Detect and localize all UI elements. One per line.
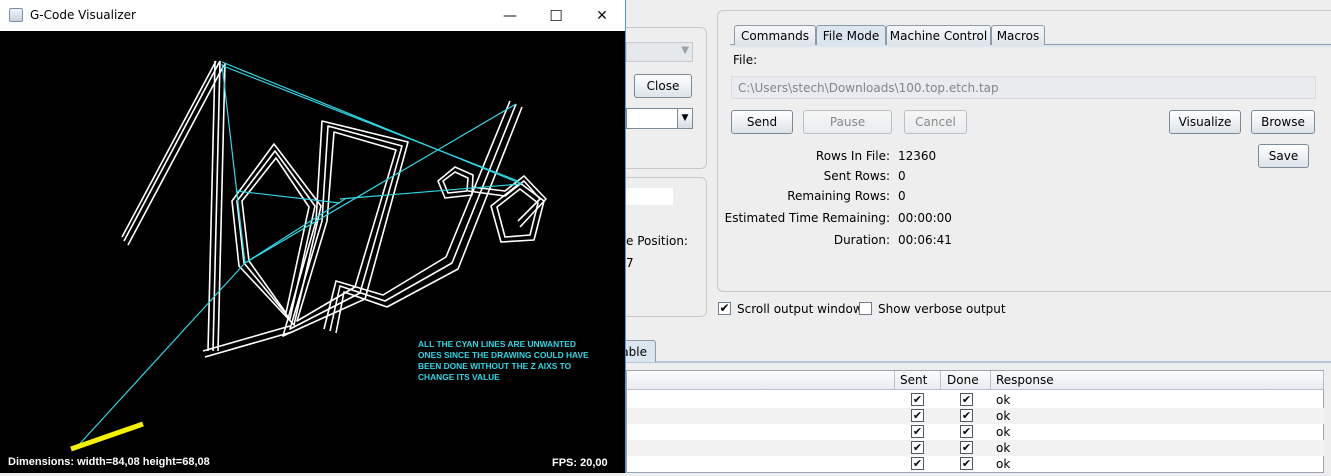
- visualizer-titlebar[interactable]: G-Code Visualizer — ☐ ✕: [0, 0, 625, 31]
- scroll-output-checkbox[interactable]: ✔: [718, 302, 731, 315]
- send-button[interactable]: Send: [731, 110, 793, 134]
- response-cell: ok: [996, 457, 1011, 471]
- gcode-canvas[interactable]: ALL THE CYAN LINES ARE UNWANTED ONES SIN…: [0, 31, 625, 473]
- done-checkbox: ✔: [960, 409, 973, 422]
- remaining-rows-label: Remaining Rows:: [787, 189, 890, 203]
- bottom-tab-line: [626, 361, 1331, 363]
- tool-position-marker: [70, 421, 144, 452]
- tab-commands[interactable]: Commands: [734, 25, 816, 45]
- sent-checkbox: ✔: [911, 457, 924, 470]
- duration-value: 00:06:41: [898, 233, 952, 247]
- remaining-rows-value: 0: [898, 189, 906, 203]
- sent-checkbox: ✔: [911, 393, 924, 406]
- table-row[interactable]: ✔ ✔ ok: [627, 456, 1324, 472]
- tab-file-mode[interactable]: File Mode: [816, 25, 886, 45]
- file-path-text: C:\Users\stech\Downloads\100.top.etch.ta…: [738, 81, 999, 95]
- tab-machine-control[interactable]: Machine Control: [886, 25, 991, 45]
- save-button[interactable]: Save: [1258, 144, 1309, 168]
- file-label: File:: [733, 53, 758, 67]
- fps-readout: FPS: 20,00: [552, 457, 608, 469]
- done-checkbox: ✔: [960, 457, 973, 470]
- response-cell: ok: [996, 441, 1011, 455]
- close-button[interactable]: Close: [634, 74, 692, 98]
- sent-checkbox: ✔: [911, 409, 924, 422]
- minimize-icon[interactable]: —: [487, 0, 533, 31]
- response-cell: ok: [996, 425, 1011, 439]
- annotation-note: ALL THE CYAN LINES ARE UNWANTED ONES SIN…: [418, 339, 589, 382]
- trace-stroke-1: [121, 60, 293, 358]
- done-checkbox: ✔: [960, 441, 973, 454]
- sent-checkbox: ✔: [911, 425, 924, 438]
- close-icon[interactable]: ✕: [579, 0, 625, 31]
- maximize-icon[interactable]: ☐: [533, 0, 579, 31]
- verbose-output-checkbox[interactable]: [859, 302, 872, 315]
- scroll-output-label[interactable]: Scroll output window: [737, 302, 863, 316]
- table-row[interactable]: ✔ ✔ ok: [627, 440, 1324, 456]
- trace-pentagon-2: [490, 182, 545, 243]
- sent-rows-label: Sent Rows:: [823, 169, 890, 183]
- java-app-icon: [9, 8, 23, 22]
- table-row[interactable]: ✔ ✔ ok: [627, 408, 1324, 424]
- response-cell: ok: [996, 409, 1011, 423]
- file-mode-panel: [717, 10, 1331, 292]
- trace-polygon-1: [231, 143, 322, 326]
- chevron-down-icon: ▼: [681, 45, 689, 56]
- chevron-down-icon: ▼: [677, 109, 692, 128]
- trace-stroke-2: [323, 100, 523, 334]
- command-table[interactable]: Sent Done Response ✔ ✔ ok ✔ ✔ ok ✔ ✔ ok …: [626, 370, 1324, 473]
- visualizer-title: G-Code Visualizer: [30, 8, 136, 22]
- tab-macros[interactable]: Macros: [991, 25, 1045, 45]
- position-value: 7: [626, 256, 634, 270]
- header-done[interactable]: Done: [941, 371, 991, 390]
- header-command[interactable]: [627, 371, 895, 390]
- verbose-output-label[interactable]: Show verbose output: [878, 302, 1006, 316]
- toolpath-cuts: [121, 60, 547, 358]
- checkmark-icon: ✔: [719, 301, 730, 315]
- position-label: e Position:: [626, 234, 688, 248]
- estimated-time-label: Estimated Time Remaining:: [724, 211, 890, 225]
- trace-polygon-2: [282, 120, 409, 337]
- port-combobox[interactable]: ▼: [626, 42, 693, 62]
- rows-in-file-label: Rows In File:: [815, 149, 890, 163]
- dimensions-readout: Dimensions: width=84,08 height=68,08: [8, 456, 210, 468]
- response-cell: ok: [996, 393, 1011, 407]
- toolpath-drawing: [70, 60, 547, 452]
- done-checkbox: ✔: [960, 425, 973, 438]
- header-sent[interactable]: Sent: [895, 371, 941, 390]
- table-row[interactable]: ✔ ✔ ok: [627, 424, 1324, 440]
- done-checkbox: ✔: [960, 393, 973, 406]
- baud-combobox[interactable]: ▼: [626, 108, 693, 129]
- table-row[interactable]: ✔ ✔ ok: [627, 392, 1324, 408]
- pause-button[interactable]: Pause: [803, 110, 892, 134]
- visualizer-window: G-Code Visualizer — ☐ ✕ ALL THE CYAN LIN…: [0, 0, 626, 473]
- sent-rows-value: 0: [898, 169, 906, 183]
- sent-checkbox: ✔: [911, 441, 924, 454]
- header-response[interactable]: Response: [991, 371, 1324, 390]
- file-path-field[interactable]: C:\Users\stech\Downloads\100.top.etch.ta…: [731, 76, 1316, 99]
- status-field: [626, 188, 673, 205]
- browse-button[interactable]: Browse: [1251, 110, 1315, 134]
- trace-pentagon-1: [437, 166, 474, 199]
- duration-label: Duration:: [833, 233, 890, 247]
- cancel-button[interactable]: Cancel: [904, 110, 967, 134]
- visualize-button[interactable]: Visualize: [1169, 110, 1241, 134]
- rows-in-file-value: 12360: [898, 149, 937, 163]
- estimated-time-value: 00:00:00: [898, 211, 952, 225]
